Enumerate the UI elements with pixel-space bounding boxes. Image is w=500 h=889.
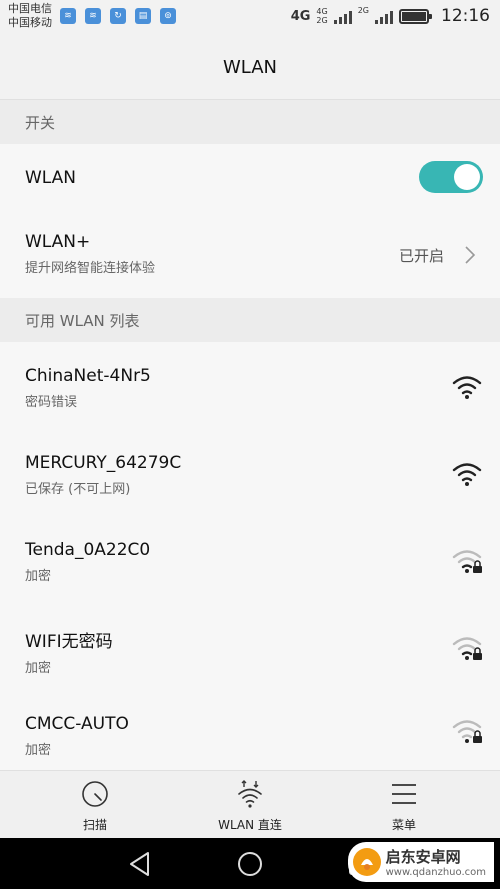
signal-icon [333,8,352,24]
wifi-strong-icon [452,375,482,399]
network-status: 已保存 (不可上网) [25,482,131,497]
network-list-item[interactable]: ChinaNet-4Nr5 密码错误 [0,342,500,429]
network-type-label-2: 2G [357,6,369,15]
scan-button[interactable]: 扫描 [45,779,145,833]
clock: 12:16 [441,6,490,26]
network-name: WIFI无密码 [25,632,113,652]
section-header-label: 可用 WLAN 列表 [25,311,140,330]
wifi-locked-icon [452,636,482,660]
wifi-strong-icon [452,462,482,486]
battery-icon [399,8,432,24]
network-sub-labels: 4G 2G [316,7,327,25]
network-name: ChinaNet-4Nr5 [25,366,151,386]
notification-icons: ≋ ≋ ↻ ▤ ⊚ [60,8,176,24]
page-title: WLAN [222,57,278,78]
network-list-item[interactable]: MERCURY_64279C 已保存 (不可上网) [0,429,500,516]
carrier-info: 中国电信 中国移动 [8,2,52,30]
wlan-toggle-row[interactable]: WLAN [0,144,500,212]
status-bar: 中国电信 中国移动 ≋ ≋ ↻ ▤ ⊚ 4G 4G 2G 2G 12:16 [0,0,500,36]
wlan-plus-row[interactable]: WLAN+ 提升网络智能连接体验 已开启 [0,212,500,298]
carrier-2: 中国移动 [8,16,52,29]
wlan-toggle-switch[interactable] [419,161,483,193]
network-list-item[interactable]: CMCC-AUTO 加密 [0,690,500,770]
network-sub-label-1: 4G [316,7,328,16]
section-header-switch: 开关 [0,100,500,144]
network-name: MERCURY_64279C [25,453,182,473]
network-list-item[interactable]: WIFI无密码 加密 [0,603,500,690]
network-status: 加密 [25,569,52,584]
network-sub-label-2: 2G [316,16,328,25]
watermark-domain: www.qdanzhuo.com [385,867,486,878]
wlan-direct-button[interactable]: WLAN 直连 [200,779,300,833]
section-header-available: 可用 WLAN 列表 [0,298,500,342]
carrier-1: 中国电信 [8,2,52,15]
network-status: 加密 [25,661,52,676]
signal-icon-2 [375,8,393,24]
menu-icon [392,784,416,804]
menu-label: 菜单 [391,818,416,832]
network-status: 密码错误 [25,395,78,410]
watermark: 启东安卓网 www.qdanzhuo.com [347,842,494,882]
network-status: 加密 [25,743,52,758]
wifi-locked-icon [452,549,482,573]
network-list-item[interactable]: Tenda_0A22C0 加密 [0,516,500,603]
back-icon[interactable] [128,851,152,877]
wifi-weak-locked-icon [452,720,482,743]
device-notification-icon: ▤ [135,8,151,24]
watermark-text: 启东安卓网 [385,848,461,866]
system-nav-bar: 启东安卓网 www.qdanzhuo.com [0,838,500,889]
bottom-action-bar: 扫描 WLAN 直连 菜单 [0,770,500,838]
section-header-label: 开关 [25,113,56,132]
toggle-knob [454,164,480,190]
home-icon[interactable] [236,851,264,879]
network-type-label: 4G [290,8,311,24]
wifi-notification-icon: ≋ [85,8,101,24]
chevron-right-icon [465,246,476,264]
voicemail-notification-icon: ⊚ [160,8,176,24]
network-name: Tenda_0A22C0 [25,540,151,560]
wifi-notification-icon: ≋ [60,8,76,24]
status-right: 4G 4G 2G 2G 12:16 [291,6,490,26]
sync-notification-icon: ↻ [110,8,126,24]
wlan-direct-icon [238,780,262,808]
scan-label: 扫描 [82,818,107,832]
network-name: CMCC-AUTO [25,714,129,734]
menu-button[interactable]: 菜单 [354,779,454,833]
watermark-logo-icon [352,848,381,876]
wlan-plus-status: 已开启 [398,246,444,265]
app-header: WLAN [0,36,500,100]
scan-icon [82,781,108,807]
wlan-direct-label: WLAN 直连 [218,818,282,832]
